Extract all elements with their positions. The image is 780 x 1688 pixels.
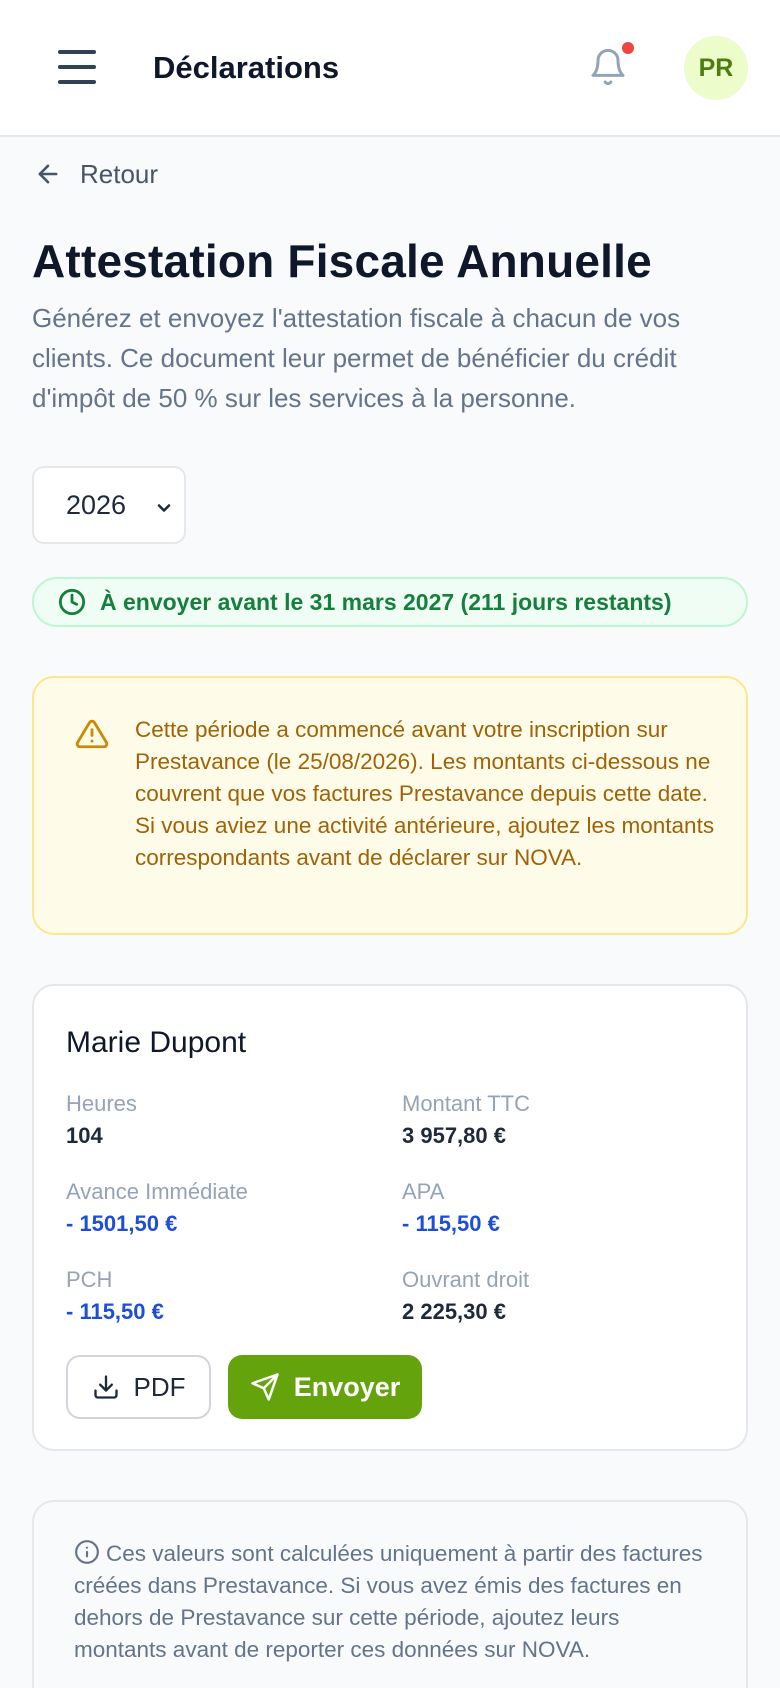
field-value: 2 225,30 € xyxy=(402,1299,506,1324)
download-pdf-button[interactable]: PDF xyxy=(66,1355,211,1419)
app-title: Déclarations xyxy=(153,50,340,85)
page-subtitle: Générez et envoyez l'attestation fiscale… xyxy=(32,303,681,413)
deadline-badge: À envoyer avant le 31 mars 2027 (211 jou… xyxy=(32,577,748,627)
info-card: Ces valeurs sont calculées uniquement à … xyxy=(32,1500,748,1688)
send-button[interactable]: Envoyer xyxy=(228,1355,422,1419)
info-text: Ces valeurs sont calculées uniquement à … xyxy=(74,1541,703,1662)
warning-triangle-icon xyxy=(75,719,109,749)
field-pch: PCH - 115,50 € xyxy=(66,1267,164,1325)
page-title: Attestation Fiscale Annuelle xyxy=(32,235,652,287)
client-name: Marie Dupont xyxy=(66,1026,247,1059)
field-amount-ttc: Montant TTC 3 957,80 € xyxy=(402,1091,530,1149)
field-value: 3 957,80 € xyxy=(402,1123,506,1148)
field-label: Heures xyxy=(66,1091,137,1116)
field-ouvrant-droit: Ouvrant droit 2 225,30 € xyxy=(402,1267,529,1325)
field-value: 104 xyxy=(66,1123,103,1148)
download-icon xyxy=(93,1375,118,1399)
field-label: Montant TTC xyxy=(402,1091,530,1116)
deadline-text: À envoyer avant le 31 mars 2027 (211 jou… xyxy=(100,588,672,615)
warning-text: Cette période a commencé avant votre ins… xyxy=(135,717,715,870)
send-icon xyxy=(250,1373,279,1401)
field-avance-immediate: Avance Immédiate - 1501,50 € xyxy=(66,1179,248,1237)
send-button-label: Envoyer xyxy=(293,1371,401,1402)
menu-icon[interactable] xyxy=(58,48,100,84)
field-label: Ouvrant droit xyxy=(402,1267,530,1292)
warning-alert: Cette période a commencé avant votre ins… xyxy=(32,676,748,935)
client-card: Marie Dupont Heures 104 Montant TTC 3 95… xyxy=(32,984,748,1451)
field-label: PCH xyxy=(66,1267,113,1292)
arrow-left-icon xyxy=(38,164,58,184)
notification-bell-icon[interactable] xyxy=(588,45,628,89)
info-text-wrapper: Ces valeurs sont calculées uniquement à … xyxy=(74,1538,714,1666)
field-label: APA xyxy=(402,1179,445,1204)
info-icon xyxy=(75,1540,99,1564)
top-bar: Déclarations PR xyxy=(0,0,780,137)
field-value: - 1501,50 € xyxy=(66,1211,178,1236)
field-label: Avance Immédiate xyxy=(66,1179,248,1204)
chevron-down-icon xyxy=(157,504,171,512)
pdf-button-label: PDF xyxy=(133,1371,186,1402)
field-apa: APA - 115,50 € xyxy=(402,1179,500,1237)
back-label: Retour xyxy=(80,158,159,189)
avatar[interactable]: PR xyxy=(684,36,748,100)
year-select-value: 2026 xyxy=(66,489,127,520)
clock-icon xyxy=(58,588,86,616)
field-value: - 115,50 € xyxy=(66,1299,164,1324)
year-select[interactable]: 2026 xyxy=(32,466,186,544)
notification-dot xyxy=(622,42,634,54)
back-link[interactable]: Retour xyxy=(34,156,158,192)
field-hours: Heures 104 xyxy=(66,1091,137,1149)
field-value: - 115,50 € xyxy=(402,1211,500,1236)
